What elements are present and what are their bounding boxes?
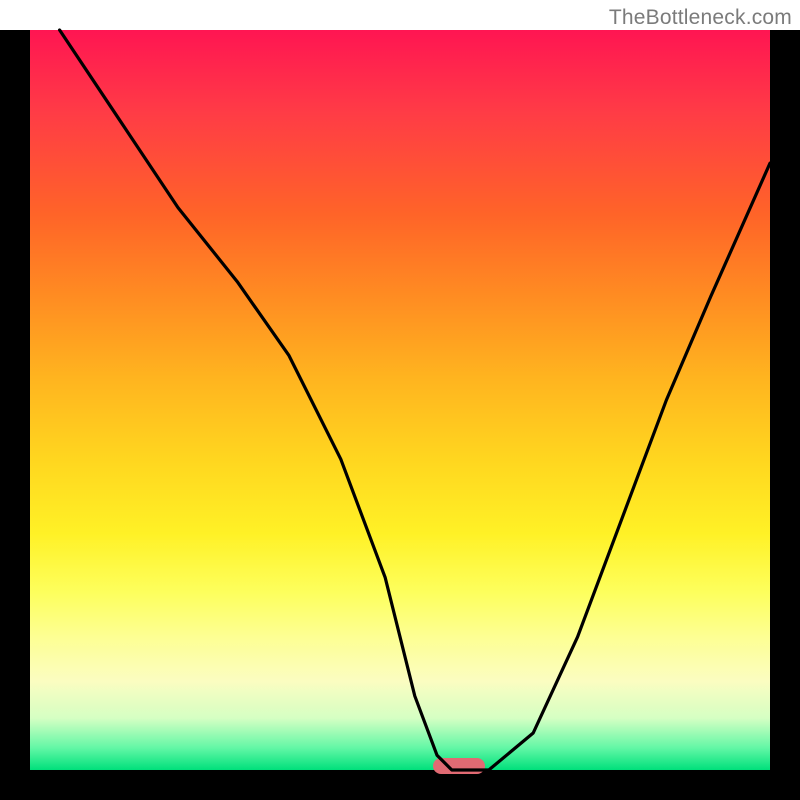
watermark-text: TheBottleneck.com <box>609 6 792 30</box>
bottleneck-marker <box>433 758 485 774</box>
frame-bottom <box>0 770 800 800</box>
frame-right <box>770 30 800 800</box>
plot-area <box>30 30 770 770</box>
frame-left <box>0 30 30 800</box>
